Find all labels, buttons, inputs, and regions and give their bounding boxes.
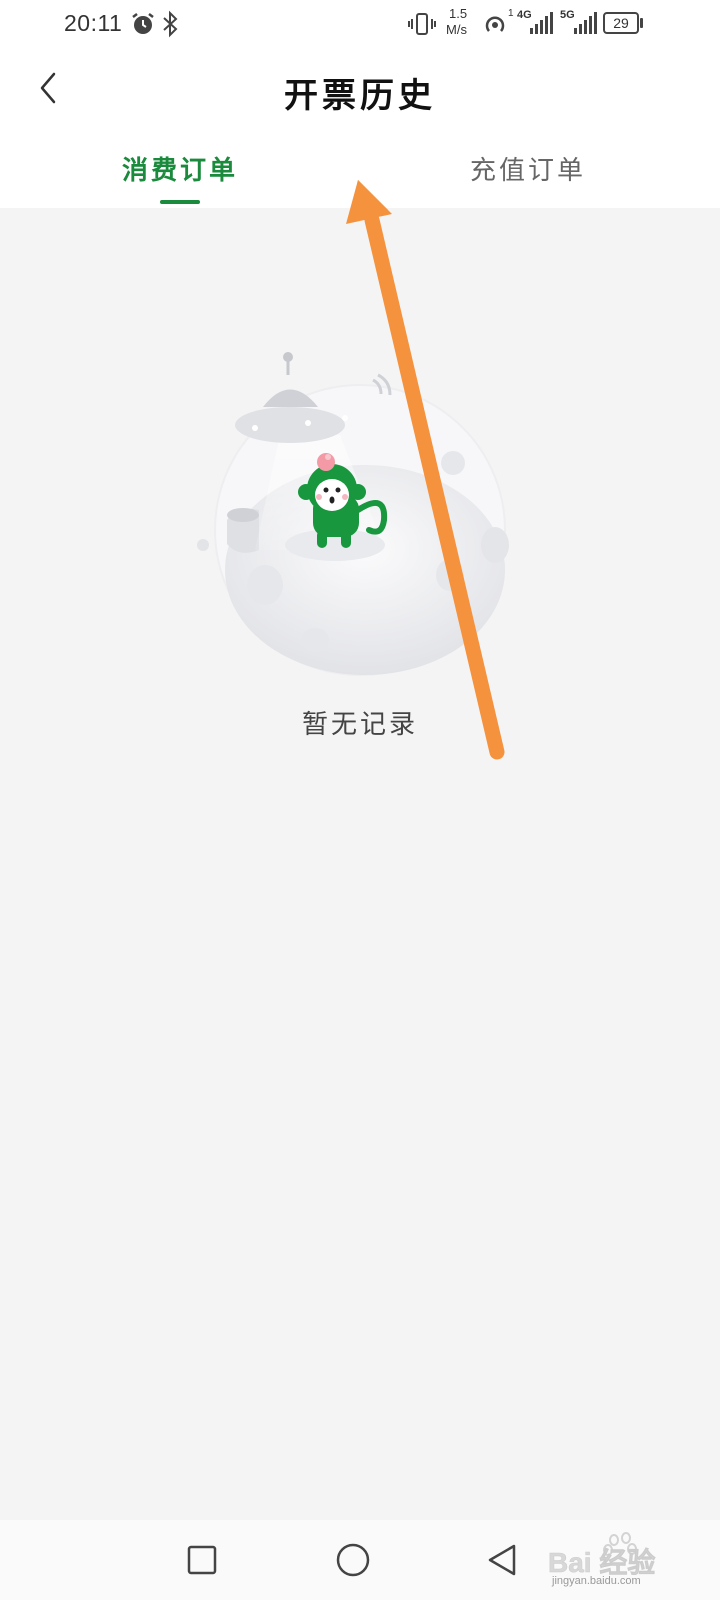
- watermark-url: jingyan.baidu.com: [552, 1575, 641, 1587]
- alarm-icon: [132, 13, 154, 34]
- tab-active-indicator: [160, 200, 200, 204]
- status-bar: 20:11 1.5 M/s 1 4G 5G 29: [0, 0, 720, 48]
- tab-recharge-orders[interactable]: 充值订单: [348, 136, 708, 208]
- net-speed-value: 1.5: [449, 6, 468, 21]
- net-speed-unit: M/s: [446, 22, 467, 37]
- empty-state-illustration: [197, 352, 509, 676]
- annotation-arrow-icon: [346, 180, 505, 760]
- hotspot-count: 1: [508, 8, 514, 19]
- triangle-back-icon: [488, 1544, 516, 1576]
- page-title: 开票历史: [284, 76, 436, 116]
- square-icon: [187, 1545, 217, 1575]
- tab-consumption-orders[interactable]: 消费订单: [0, 136, 360, 208]
- vibrate-icon: [408, 13, 436, 35]
- battery-icon: 29: [603, 12, 639, 34]
- home-button[interactable]: [331, 1538, 375, 1582]
- watermark-brand: Bai 经验: [548, 1546, 655, 1578]
- battery-level: 29: [613, 15, 629, 31]
- tab-label: 消费订单: [121, 156, 238, 186]
- nav-back-button[interactable]: [480, 1538, 524, 1582]
- empty-state-message: 暂无记录: [301, 710, 418, 740]
- header: 开票历史: [0, 48, 720, 136]
- tab-bar: 消费订单 充值订单: [0, 136, 720, 208]
- signal-4g-icon: [530, 12, 553, 34]
- bluetooth-icon: [163, 10, 178, 38]
- battery-tip: [640, 18, 643, 28]
- tab-label: 充值订单: [469, 156, 586, 186]
- status-time: 20:11: [64, 10, 123, 36]
- circle-icon: [336, 1543, 370, 1577]
- signal-5g-icon: [574, 12, 597, 34]
- recent-apps-button[interactable]: [180, 1538, 224, 1582]
